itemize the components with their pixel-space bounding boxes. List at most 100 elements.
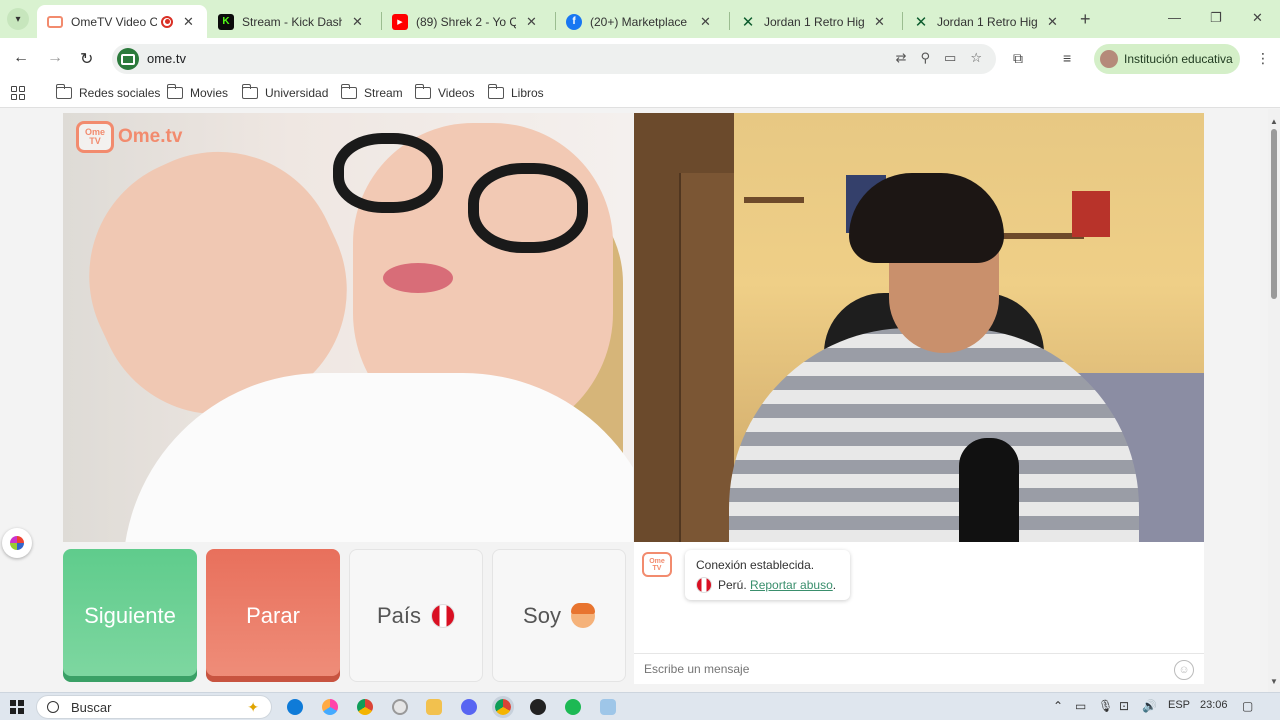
copilot-icon[interactable] — [322, 699, 338, 715]
bookmark-label: Movies — [190, 86, 229, 100]
bookmark-star-icon[interactable]: ☆ — [970, 50, 982, 66]
scroll-down-icon[interactable]: ▼ — [1270, 677, 1278, 686]
bookmarks-bar: Redes sociales Movies Universidad Stream… — [0, 80, 1280, 108]
spotify-icon[interactable] — [565, 699, 581, 715]
logo-text: Ome.tv — [118, 126, 183, 147]
message-input[interactable] — [634, 654, 1154, 684]
emoji-icon[interactable]: ☺ — [1174, 660, 1194, 680]
more-menu-icon[interactable]: ⋮ — [1256, 50, 1270, 67]
battery-icon[interactable]: ▭ — [1075, 699, 1086, 713]
file-explorer-icon[interactable] — [426, 699, 442, 715]
close-tab-icon[interactable]: ✕ — [874, 14, 885, 30]
close-tab-icon[interactable]: ✕ — [526, 14, 537, 30]
bookmark-folder[interactable]: Libros — [487, 84, 544, 100]
new-tab-icon[interactable]: + — [1080, 9, 1091, 30]
chrome-active-icon[interactable] — [492, 696, 514, 718]
edge-icon[interactable] — [287, 699, 303, 715]
windows-start-icon[interactable] — [10, 700, 24, 714]
tab-title: (89) Shrek 2 - Yo Quie — [416, 14, 516, 29]
app-icon[interactable] — [392, 699, 408, 715]
tab-title: OmeTV Video Ch — [71, 14, 157, 29]
boy-emoji-icon — [570, 602, 595, 628]
zoom-icon[interactable]: ⚲ — [921, 50, 931, 66]
profile-label: Institución educativa — [1124, 52, 1233, 66]
chrome-icon[interactable] — [357, 699, 373, 715]
clock[interactable]: 23:06 — [1200, 699, 1228, 711]
facebook-favicon-icon: f — [566, 13, 582, 30]
tab-youtube[interactable]: ▶ (89) Shrek 2 - Yo Quie ✕ — [382, 5, 554, 38]
restore-icon[interactable]: ❐ — [1210, 10, 1222, 26]
forward-icon[interactable]: → — [47, 49, 63, 67]
taskbar-search[interactable]: Buscar ✦ — [36, 695, 272, 719]
close-tab-icon[interactable]: ✕ — [352, 14, 363, 30]
tab-title: Stream - Kick Dashbo — [242, 14, 342, 29]
apps-grid-icon[interactable] — [11, 86, 25, 100]
video-frame-shape — [383, 263, 453, 293]
close-tab-icon[interactable]: ✕ — [700, 14, 711, 30]
cast-icon[interactable]: ▭ — [944, 50, 956, 66]
profile-button[interactable]: Institución educativa — [1094, 44, 1240, 74]
video-frame-shape — [849, 173, 1004, 263]
bookmark-folder[interactable]: Redes sociales — [55, 84, 160, 100]
tab-ometv[interactable]: OmeTV Video Ch ✕ — [37, 5, 207, 38]
microphone-icon[interactable]: 🎙 — [1098, 699, 1113, 713]
obs-icon[interactable] — [530, 699, 546, 715]
tab-strip: ▾ OmeTV Video Ch ✕ K Stream - Kick Dashb… — [0, 0, 1280, 38]
tab-jordan-2[interactable]: ✕ Jordan 1 Retro High ( ✕ — [903, 5, 1075, 38]
video-frame-shape — [1072, 191, 1110, 237]
close-window-icon[interactable]: ✕ — [1252, 10, 1263, 26]
search-icon — [47, 701, 59, 713]
tab-search-chevron-icon[interactable]: ▾ — [7, 8, 29, 30]
volume-icon[interactable]: 🔊 — [1142, 699, 1157, 713]
discord-icon[interactable] — [461, 699, 477, 715]
logo-tv-icon: Ome TV — [642, 552, 672, 577]
notepad-icon[interactable] — [600, 699, 616, 715]
ometv-logo: Ome TV Ome.tv — [76, 121, 182, 153]
address-bar[interactable]: ome.tv ⇄ ⚲ ▭ ☆ — [112, 44, 996, 74]
bookmark-folder[interactable]: Videos — [414, 84, 474, 100]
report-abuse-link[interactable]: Reportar abuso — [750, 578, 833, 592]
peru-flag-icon — [431, 603, 456, 628]
tab-title: Jordan 1 Retro High — [764, 14, 864, 29]
bookmark-folder[interactable]: Stream — [340, 84, 403, 100]
xbox-like-favicon-icon: ✕ — [741, 13, 755, 31]
page-scrollbar[interactable]: ▲ ▼ — [1268, 109, 1280, 692]
country-button[interactable]: País — [349, 549, 483, 682]
chat-logo: Ome TV — [642, 552, 672, 577]
language-indicator[interactable]: ESP — [1168, 699, 1190, 711]
chevron-up-icon[interactable]: ⌃ — [1053, 699, 1063, 713]
stop-button[interactable]: Parar — [206, 549, 340, 682]
stranger-video: Ome TV Ome.tv — [63, 113, 633, 542]
tab-title: Jordan 1 Retro High ( — [937, 14, 1037, 29]
scroll-thumb[interactable] — [1271, 129, 1277, 299]
back-icon[interactable]: ← — [13, 49, 29, 67]
reload-icon[interactable]: ↻ — [80, 49, 93, 69]
bookmark-folder[interactable]: Universidad — [241, 84, 329, 100]
logo-tv-icon: Ome TV — [76, 121, 114, 153]
bookmark-label: Universidad — [265, 86, 329, 100]
close-tab-icon[interactable]: ✕ — [1047, 14, 1058, 30]
folder-icon — [166, 84, 183, 99]
site-info-icon[interactable] — [117, 48, 139, 70]
bookmark-folder[interactable]: Movies — [166, 84, 229, 100]
url-text[interactable]: ome.tv — [147, 51, 186, 66]
floating-widget-icon[interactable] — [2, 528, 32, 558]
gender-button[interactable]: Soy — [492, 549, 626, 682]
folder-icon — [340, 84, 357, 99]
youtube-favicon-icon: ▶ — [392, 13, 408, 30]
tab-kick[interactable]: K Stream - Kick Dashbo ✕ — [208, 5, 380, 38]
next-button[interactable]: Siguiente — [63, 549, 197, 682]
xbox-like-favicon-icon: ✕ — [914, 13, 928, 31]
notifications-icon[interactable]: ▢ — [1242, 699, 1253, 713]
tab-facebook[interactable]: f (20+) Marketplace - A ✕ — [556, 5, 728, 38]
close-tab-icon[interactable]: ✕ — [183, 14, 194, 30]
bookmark-label: Stream — [364, 86, 403, 100]
network-icon[interactable]: ⊡ — [1119, 699, 1129, 713]
media-control-icon[interactable]: ≡ — [1063, 50, 1071, 66]
tab-jordan-1[interactable]: ✕ Jordan 1 Retro High ✕ — [730, 5, 902, 38]
minimize-icon[interactable]: — — [1168, 10, 1181, 25]
message-input-row: ☺ — [634, 653, 1204, 684]
extensions-icon[interactable]: ⧉ — [1013, 50, 1023, 67]
scroll-up-icon[interactable]: ▲ — [1270, 117, 1278, 126]
translate-icon[interactable]: ⇄ — [896, 50, 907, 66]
